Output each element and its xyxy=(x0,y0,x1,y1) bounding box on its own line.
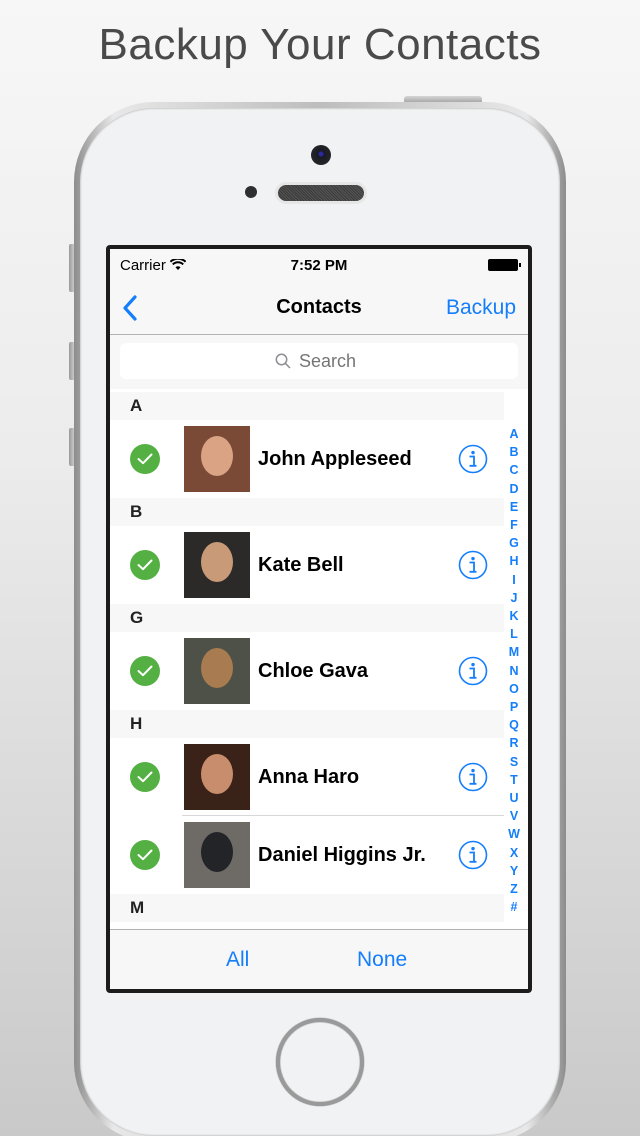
back-button[interactable] xyxy=(122,294,138,321)
avatar xyxy=(184,638,250,704)
index-letter[interactable]: F xyxy=(510,516,518,534)
select-all-button[interactable]: All xyxy=(226,948,249,972)
avatar xyxy=(184,744,250,810)
checkmark-icon[interactable] xyxy=(130,762,160,792)
contact-row[interactable]: Daniel Higgins Jr. xyxy=(110,816,504,894)
carrier-label: Carrier xyxy=(120,256,166,274)
contact-list[interactable]: A John Appleseed B Kate Bell G Chloe Gav… xyxy=(110,392,504,929)
phone-screen: Carrier 7:52 PM Contacts Backup Search A… xyxy=(106,245,532,993)
section-index[interactable]: A B C D E F G H I J K L M N O P Q R S T U V W X Y Z # xyxy=(504,425,524,916)
index-letter[interactable]: Q xyxy=(509,716,519,734)
navigation-bar: Contacts Backup xyxy=(110,281,528,335)
index-letter[interactable]: V xyxy=(510,807,518,825)
contact-name: John Appleseed xyxy=(258,447,412,470)
avatar xyxy=(184,532,250,598)
index-letter[interactable]: U xyxy=(509,789,518,807)
index-letter[interactable]: B xyxy=(509,443,518,461)
section-header: H xyxy=(110,710,504,738)
index-letter[interactable]: S xyxy=(510,753,518,771)
search-bar xyxy=(110,335,528,389)
index-letter[interactable]: O xyxy=(509,680,519,698)
search-field[interactable] xyxy=(120,343,518,379)
contact-row[interactable]: Chloe Gava xyxy=(110,632,504,710)
contact-row[interactable]: Anna Haro xyxy=(110,738,504,816)
index-letter[interactable]: N xyxy=(509,662,518,680)
wifi-icon xyxy=(169,259,186,270)
section-header: M xyxy=(110,894,504,922)
battery-icon xyxy=(488,259,521,271)
contact-name: Chloe Gava xyxy=(258,659,369,682)
sensor-icon xyxy=(245,186,257,198)
index-letter[interactable]: T xyxy=(510,771,518,789)
index-letter[interactable]: Y xyxy=(510,862,518,880)
contact-row[interactable]: John Appleseed xyxy=(110,420,504,498)
index-letter[interactable]: L xyxy=(510,625,518,643)
info-icon[interactable] xyxy=(458,656,488,686)
section-header: B xyxy=(110,498,504,526)
contact-name: Daniel Higgins Jr. xyxy=(258,843,426,866)
checkmark-icon[interactable] xyxy=(130,444,160,474)
search-input[interactable] xyxy=(299,350,363,372)
info-icon[interactable] xyxy=(458,444,488,474)
info-icon[interactable] xyxy=(458,840,488,870)
index-letter[interactable]: E xyxy=(510,498,518,516)
bottom-toolbar: All None xyxy=(110,929,528,989)
checkmark-icon[interactable] xyxy=(130,656,160,686)
checkmark-icon[interactable] xyxy=(130,550,160,580)
avatar xyxy=(184,822,250,888)
checkmark-icon[interactable] xyxy=(130,840,160,870)
headline: Backup Your Contacts xyxy=(98,20,542,69)
section-header: A xyxy=(110,392,504,420)
backup-button[interactable]: Backup xyxy=(446,296,516,320)
speaker-grille xyxy=(278,185,364,201)
index-letter[interactable]: J xyxy=(511,589,518,607)
index-letter[interactable]: G xyxy=(509,534,519,552)
index-letter[interactable]: R xyxy=(509,734,518,752)
index-letter[interactable]: C xyxy=(509,461,518,479)
home-button[interactable] xyxy=(276,1018,364,1106)
search-icon xyxy=(275,353,291,369)
section-header: G xyxy=(110,604,504,632)
index-letter[interactable]: A xyxy=(509,425,518,443)
index-letter[interactable]: K xyxy=(509,607,518,625)
index-letter[interactable]: I xyxy=(512,571,515,589)
index-letter[interactable]: H xyxy=(509,552,518,570)
contact-row[interactable]: Kate Bell xyxy=(110,526,504,604)
chevron-left-icon xyxy=(123,294,137,321)
contact-name: Kate Bell xyxy=(258,553,344,576)
avatar xyxy=(184,426,250,492)
info-icon[interactable] xyxy=(458,550,488,580)
index-letter[interactable]: D xyxy=(509,480,518,498)
contact-row-partial[interactable] xyxy=(110,922,504,929)
select-none-button[interactable]: None xyxy=(357,948,407,972)
index-letter[interactable]: W xyxy=(508,825,520,843)
camera-icon xyxy=(311,145,331,165)
index-letter[interactable]: X xyxy=(510,844,518,862)
index-letter[interactable]: P xyxy=(510,698,518,716)
index-letter[interactable]: # xyxy=(511,898,518,916)
status-bar: Carrier 7:52 PM xyxy=(110,249,528,281)
index-letter[interactable]: M xyxy=(509,643,519,661)
contact-name: Anna Haro xyxy=(258,765,360,788)
index-letter[interactable]: Z xyxy=(510,880,518,898)
info-icon[interactable] xyxy=(458,762,488,792)
